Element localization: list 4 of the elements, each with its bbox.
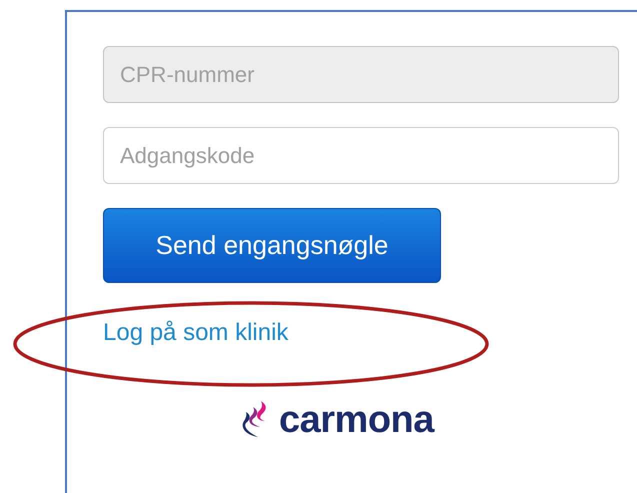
logo-text: carmona [279, 401, 434, 439]
clinic-login-link[interactable]: Log på som klinik [103, 319, 288, 346]
password-field[interactable]: Adgangskode [103, 127, 619, 184]
submit-button[interactable]: Send engangsnøgle [103, 208, 441, 283]
